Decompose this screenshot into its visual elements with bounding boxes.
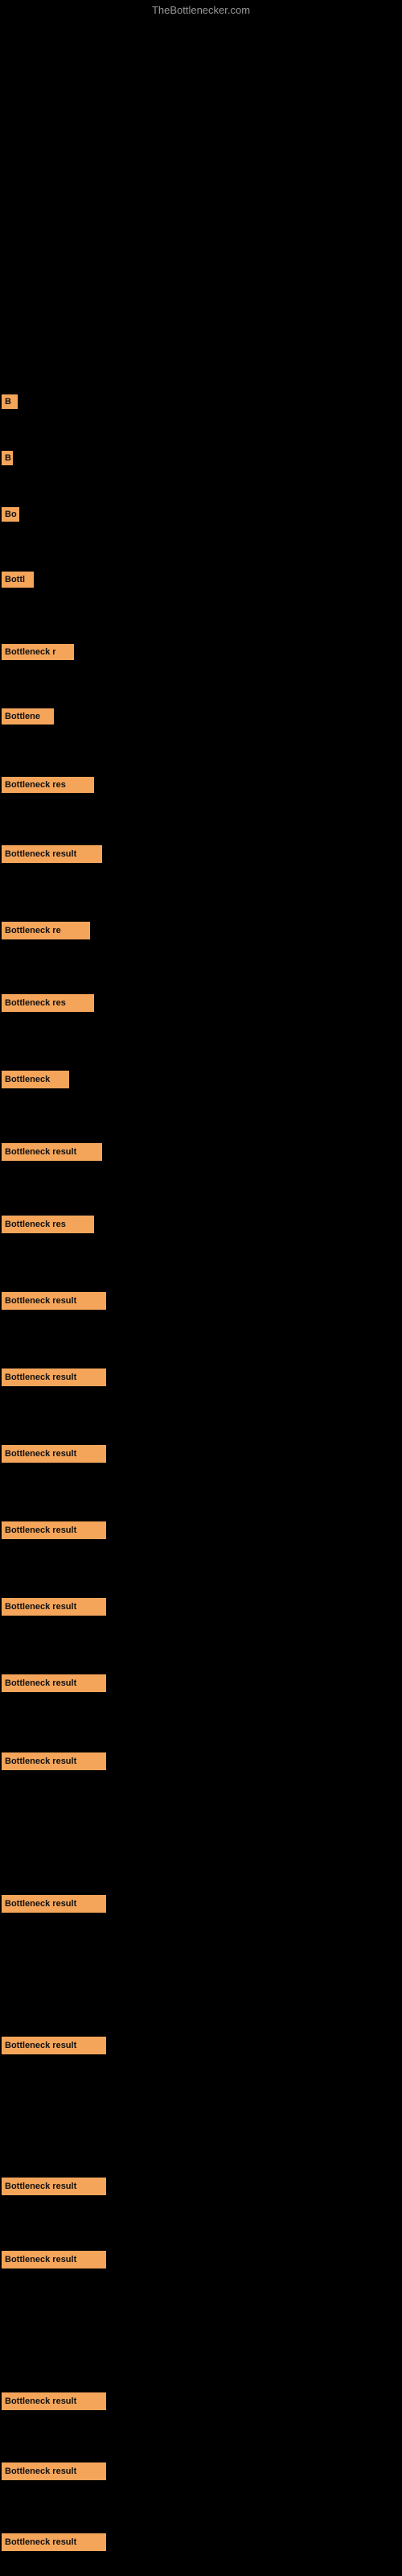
bottleneck-result-b2: B xyxy=(2,451,13,465)
bottleneck-result-b12: Bottleneck result xyxy=(2,1143,102,1161)
bottleneck-result-b27: Bottleneck result xyxy=(2,2533,106,2551)
bottleneck-result-b3: Bo xyxy=(2,507,19,522)
bottleneck-result-b19: Bottleneck result xyxy=(2,1674,106,1692)
bottleneck-result-b18: Bottleneck result xyxy=(2,1598,106,1616)
bottleneck-result-b7: Bottleneck res xyxy=(2,777,94,793)
bottleneck-result-b10: Bottleneck res xyxy=(2,994,94,1012)
bottleneck-result-b17: Bottleneck result xyxy=(2,1521,106,1539)
bottleneck-result-b20: Bottleneck result xyxy=(2,1752,106,1770)
bottleneck-result-b4: Bottl xyxy=(2,572,34,588)
bottleneck-result-b8: Bottleneck result xyxy=(2,845,102,863)
bottleneck-result-b9: Bottleneck re xyxy=(2,922,90,939)
bottleneck-result-b6: Bottlene xyxy=(2,708,54,724)
page-wrapper: TheBottlenecker.com B B Bo Bottl Bottleneck … xyxy=(0,0,402,2576)
bottleneck-result-b11: Bottleneck xyxy=(2,1071,69,1088)
bottleneck-result-b5: Bottleneck r xyxy=(2,644,74,660)
bottleneck-result-b25: Bottleneck result xyxy=(2,2392,106,2410)
bottleneck-result-b14: Bottleneck result xyxy=(2,1292,106,1310)
bottleneck-result-b24: Bottleneck result xyxy=(2,2251,106,2268)
bottleneck-result-b1: B xyxy=(2,394,18,409)
bottleneck-result-b21: Bottleneck result xyxy=(2,1895,106,1913)
site-title: TheBottlenecker.com xyxy=(0,4,402,16)
bottleneck-result-b13: Bottleneck res xyxy=(2,1216,94,1233)
bottleneck-result-b22: Bottleneck result xyxy=(2,2037,106,2054)
bottleneck-result-b26: Bottleneck result xyxy=(2,2462,106,2480)
bottleneck-result-b16: Bottleneck result xyxy=(2,1445,106,1463)
bottleneck-result-b23: Bottleneck result xyxy=(2,2178,106,2195)
bottleneck-result-b15: Bottleneck result xyxy=(2,1368,106,1386)
